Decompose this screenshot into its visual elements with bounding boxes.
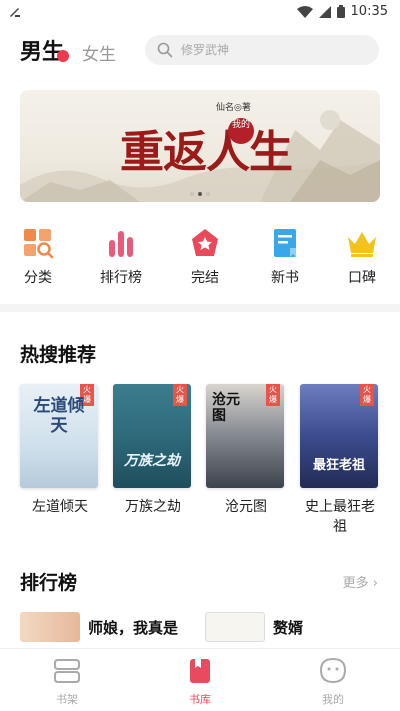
category-row: 分类 排行榜 完结 新书 口碑 [0,226,400,290]
cover-title: 万族之劫 [124,453,180,469]
category-fenlei[interactable]: 分类 [3,226,73,287]
book-cover[interactable]: 火爆 左道倾天 [20,384,98,488]
nav-profile[interactable]: 我的 [293,657,373,707]
tab-active-dot [57,50,69,62]
hot-badge: 火爆 [173,384,187,406]
ranking-book-name: 赘婿 [273,618,304,637]
ranking-cover [205,612,265,642]
banner-seal: 我的 [228,118,254,144]
category-finished[interactable]: 完结 [170,226,240,287]
carousel-dot[interactable] [190,192,194,196]
cover-title: 沧元图 [212,392,240,424]
search-bar[interactable] [145,35,379,65]
library-icon [190,659,210,683]
category-label: 排行榜 [100,270,142,286]
nav-label: 书库 [189,693,211,706]
ranking-item[interactable]: 赘婿 [205,612,303,642]
banner-author: 仙名◎著 [216,103,251,113]
carousel-dot-active[interactable] [198,192,202,196]
cover-title: 左道倾天 [33,396,85,436]
banner-title: 重返人生 [120,127,293,178]
profile-icon [319,657,347,684]
ranking-cover [20,612,80,642]
book-card[interactable]: 火爆 最狂老祖 史上最狂老祖 [300,384,382,537]
cover-title: 最狂老祖 [312,458,365,473]
book-card[interactable]: 火爆 左道倾天 左道倾天 [20,384,102,517]
category-label: 口碑 [348,270,376,286]
bookshelf-icon [54,659,80,683]
signal-icon [318,5,331,18]
category-label: 完结 [191,270,219,286]
book-name: 史上最狂老祖 [305,499,375,535]
top-header: 男生 女生 [0,30,400,70]
category-reputation[interactable]: 口碑 [327,226,397,287]
carousel-indicator [20,192,380,196]
status-bar: 10:35 [0,0,400,24]
book-cover[interactable]: 火爆 沧元图 [206,384,284,488]
carousel-dot[interactable] [206,192,210,196]
book-cover[interactable]: 火爆 万族之劫 [113,384,191,488]
book-name: 左道倾天 [32,499,88,515]
nav-label: 书架 [56,693,78,706]
section-divider [0,304,400,312]
search-icon [157,42,173,58]
category-label: 分类 [24,270,52,286]
ranking-item[interactable]: 师娘，我真是 [20,612,178,642]
category-new-books[interactable]: 新书 [250,226,320,287]
ranking-book-name: 师娘，我真是 [88,618,179,637]
category-ranking[interactable]: 排行榜 [86,226,156,287]
new-book-icon [274,229,296,257]
wifi-icon [296,5,313,18]
tab-male[interactable]: 男生 [20,34,64,66]
category-label: 新书 [271,270,299,286]
hot-badge: 火爆 [266,384,280,406]
book-card[interactable]: 火爆 沧元图 沧元图 [206,384,288,517]
book-name: 沧元图 [225,499,267,515]
ranking-more-link[interactable]: 更多 › [343,572,378,591]
status-time: 10:35 [350,4,388,19]
tab-female[interactable]: 女生 [82,40,116,65]
star-badge-icon [192,229,218,256]
book-card[interactable]: 火爆 万族之劫 万族之劫 [113,384,195,517]
crown-icon [348,232,376,257]
hot-search-title: 热搜推荐 [20,344,97,366]
nav-library[interactable]: 书库 [160,657,240,707]
notification-icon [10,8,20,17]
bar-chart-icon [109,231,133,257]
battery-icon [336,5,345,18]
nav-bookshelf[interactable]: 书架 [27,657,107,707]
hot-badge: 火爆 [360,384,374,406]
promo-banner[interactable]: 仙名◎著 重返人生 我的 [20,90,380,202]
book-cover[interactable]: 火爆 最狂老祖 [300,384,378,488]
search-input[interactable] [181,43,361,57]
book-name: 万族之劫 [125,499,181,515]
ranking-title: 排行榜 [20,572,78,594]
grid-category-icon [24,229,54,259]
nav-label: 我的 [322,693,344,706]
bottom-nav: 书架 书库 我的 [0,648,400,711]
